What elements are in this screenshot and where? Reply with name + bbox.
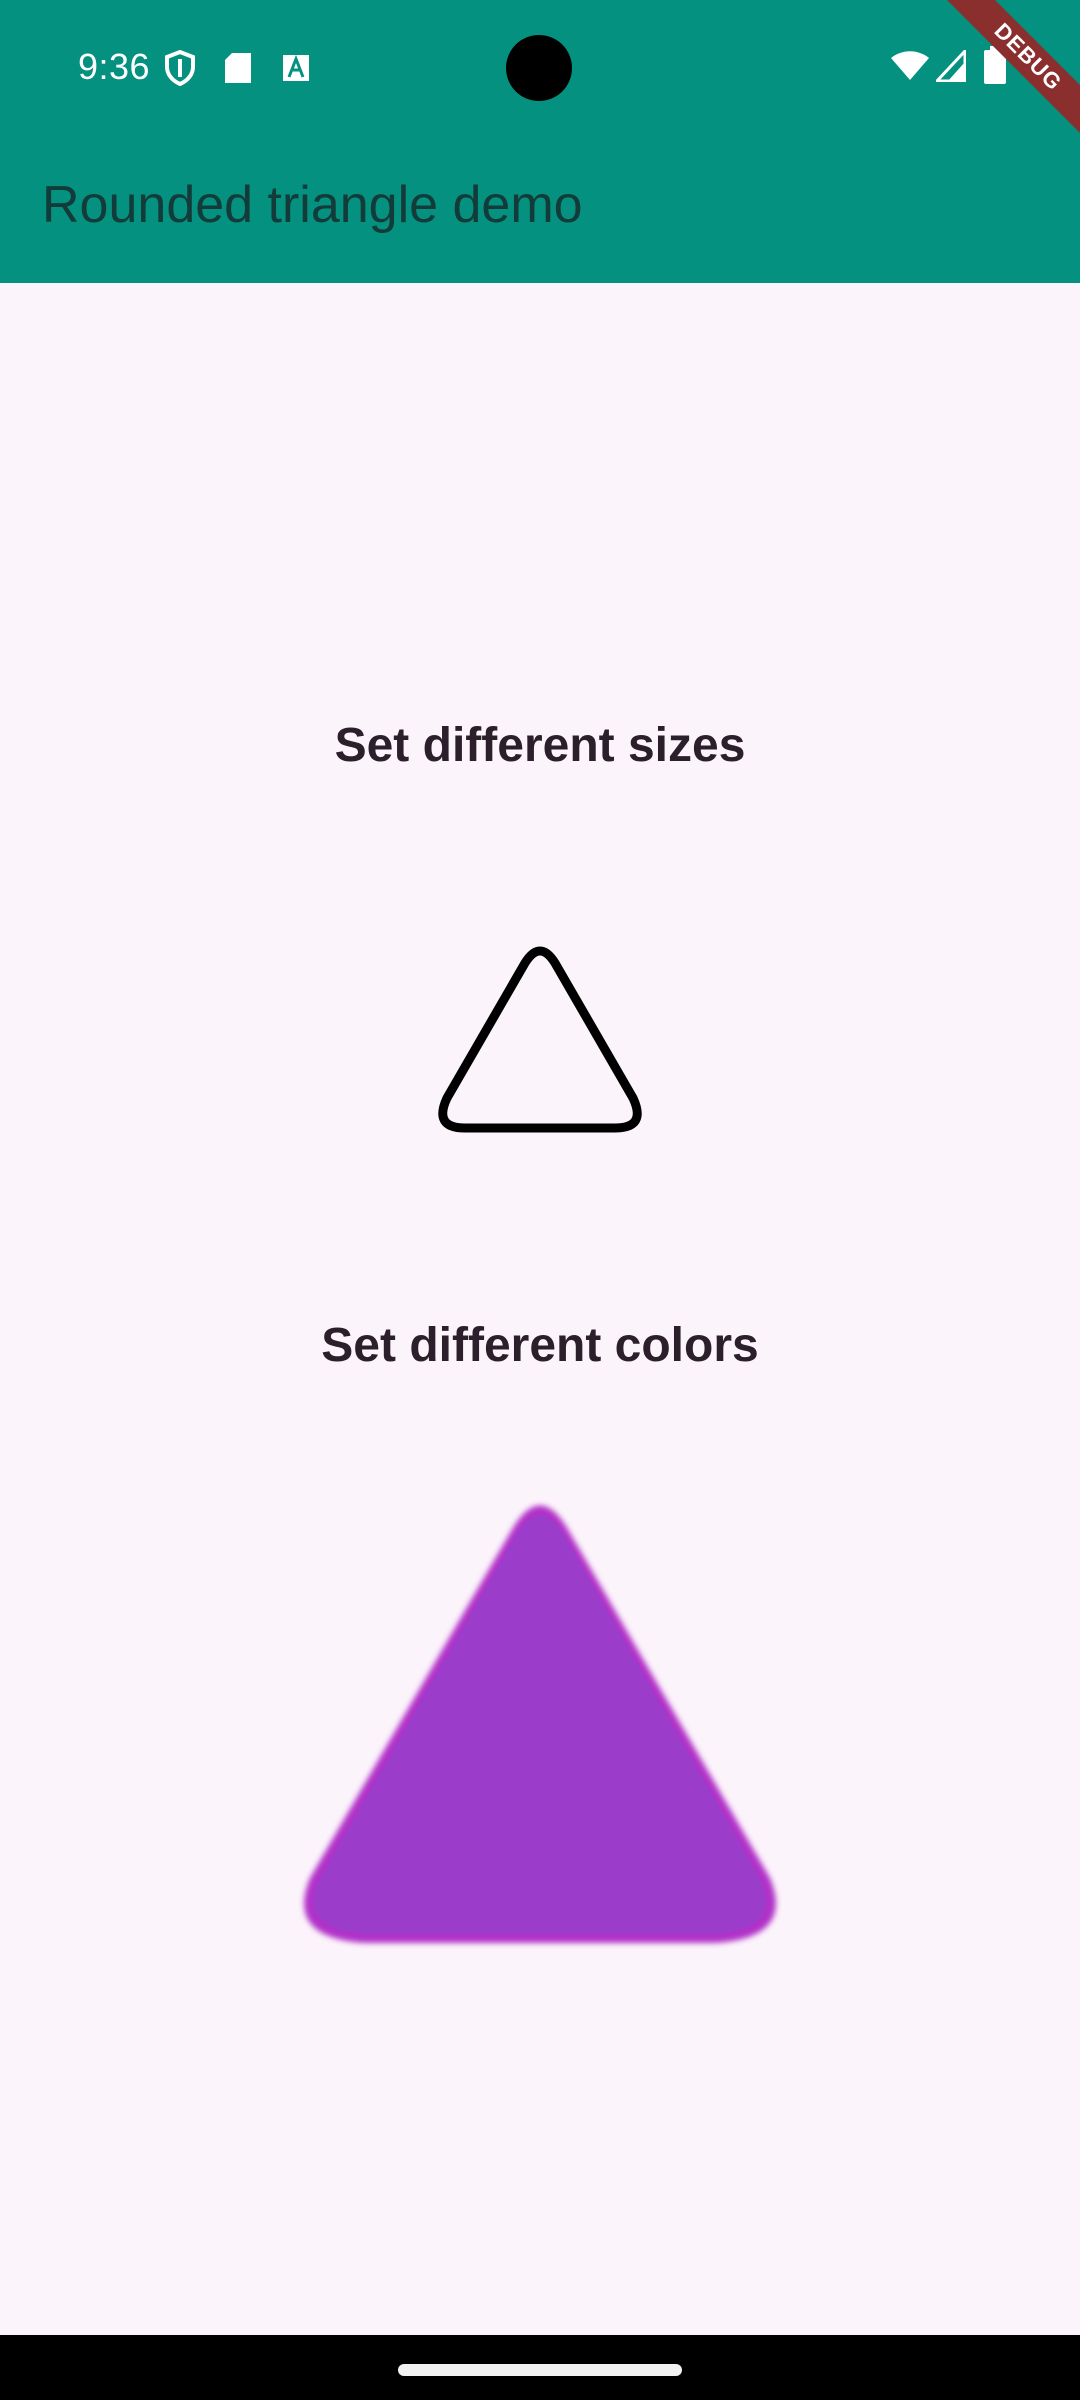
outline-triangle [438, 946, 642, 1133]
filled-triangle [304, 1505, 776, 1943]
system-nav-bar [0, 2335, 1080, 2400]
page-title: Rounded triangle demo [42, 176, 583, 234]
section-heading-sizes: Set different sizes [334, 719, 746, 772]
content-area: Set different sizes Set different colors [0, 283, 1080, 2335]
section-heading-colors: Set different colors [321, 1319, 759, 1372]
status-time: 9:36 [78, 46, 151, 87]
a-icon [283, 54, 309, 81]
signal-icon [936, 50, 966, 82]
battery-icon [984, 46, 1006, 84]
gesture-handle[interactable] [398, 2364, 682, 2376]
camera-cutout [506, 35, 572, 101]
wifi-icon [891, 51, 929, 80]
shield-icon [165, 50, 195, 86]
app-bar: Rounded triangle demo [0, 135, 1080, 283]
sd-card-icon [225, 53, 251, 83]
status-bar: 9:36 DEBUG [0, 0, 1080, 150]
